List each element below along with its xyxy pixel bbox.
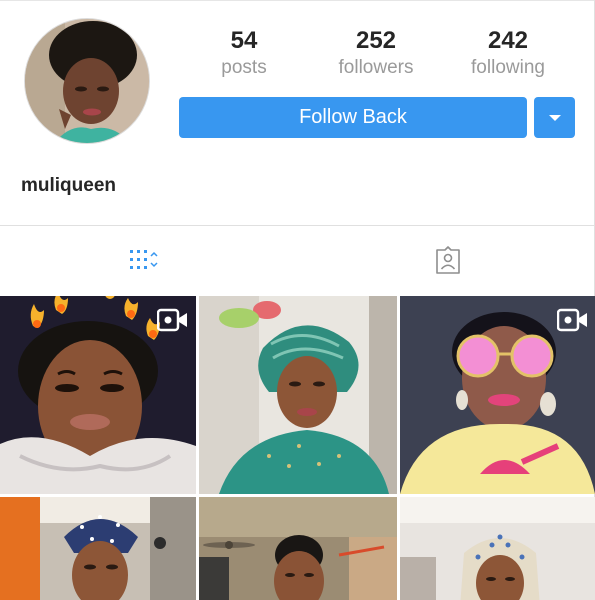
stat-posts[interactable]: 54 posts	[189, 26, 299, 80]
post-thumbnail[interactable]	[0, 296, 196, 494]
post-thumbnail[interactable]	[199, 497, 397, 600]
post-thumbnail[interactable]	[199, 296, 397, 494]
stat-posts-label: posts	[221, 57, 267, 78]
tab-grid[interactable]	[128, 240, 168, 280]
stat-following[interactable]: 242 following	[453, 26, 563, 80]
suggestions-dropdown-button[interactable]	[534, 97, 575, 138]
post-thumbnail[interactable]	[400, 497, 595, 600]
stat-posts-count: 54	[230, 27, 258, 54]
stat-following-count: 242	[487, 27, 529, 54]
avatar-image	[25, 19, 149, 143]
tagged-portrait-icon	[436, 246, 460, 274]
posts-grid	[0, 296, 595, 600]
stat-followers[interactable]: 252 followers	[321, 26, 431, 80]
post-image	[199, 497, 397, 600]
stat-following-label: following	[471, 57, 545, 78]
post-image	[400, 497, 595, 600]
grid-icon	[130, 250, 158, 269]
profile-username: muliqueen	[21, 175, 117, 196]
chevron-down-icon	[548, 114, 561, 121]
post-thumbnail[interactable]	[0, 497, 196, 600]
video-icon	[157, 308, 187, 332]
profile-stats: 54 posts 252 followers 242 following	[205, 26, 565, 86]
stat-followers-label: followers	[338, 57, 414, 78]
post-image	[199, 296, 397, 494]
tab-divider	[0, 225, 595, 226]
video-icon	[557, 308, 587, 332]
stat-followers-count: 252	[355, 27, 397, 54]
tab-tagged[interactable]	[428, 240, 468, 280]
post-thumbnail[interactable]	[400, 296, 595, 494]
post-image	[0, 497, 196, 600]
follow-back-button[interactable]: Follow Back	[179, 97, 527, 138]
top-border	[0, 0, 595, 1]
avatar[interactable]	[24, 18, 150, 144]
